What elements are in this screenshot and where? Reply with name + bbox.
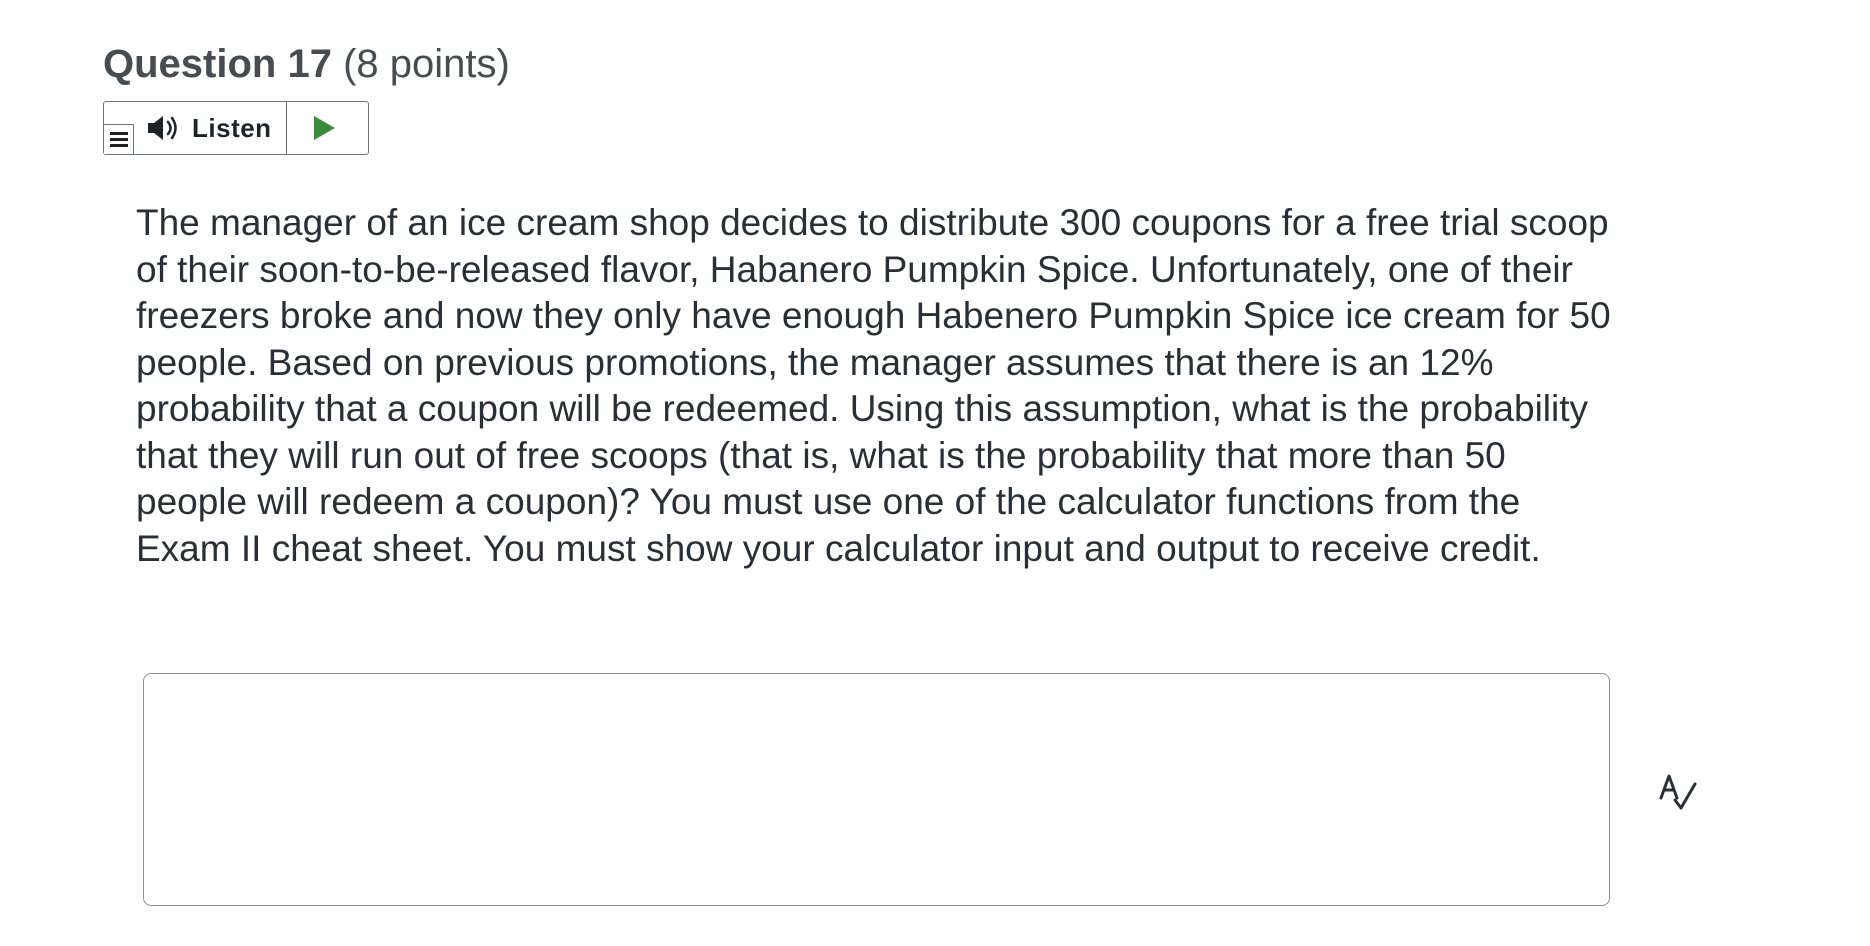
question-points: (8 points) [343,42,510,86]
play-icon [313,116,335,140]
answer-textarea[interactable] [143,673,1610,906]
question-title: Question 17 (8 points) [103,40,510,88]
question-body-text: The manager of an ice cream shop decides… [136,202,1611,569]
listen-label: Listen [192,112,272,143]
speaker-icon [148,116,177,140]
listen-button[interactable]: Listen [146,102,286,154]
play-button[interactable] [285,102,361,154]
question-number: Question 17 [103,42,332,86]
listen-widget: Listen [103,101,369,155]
spellcheck-icon[interactable] [1655,768,1699,812]
hamburger-menu-icon[interactable] [104,124,134,154]
